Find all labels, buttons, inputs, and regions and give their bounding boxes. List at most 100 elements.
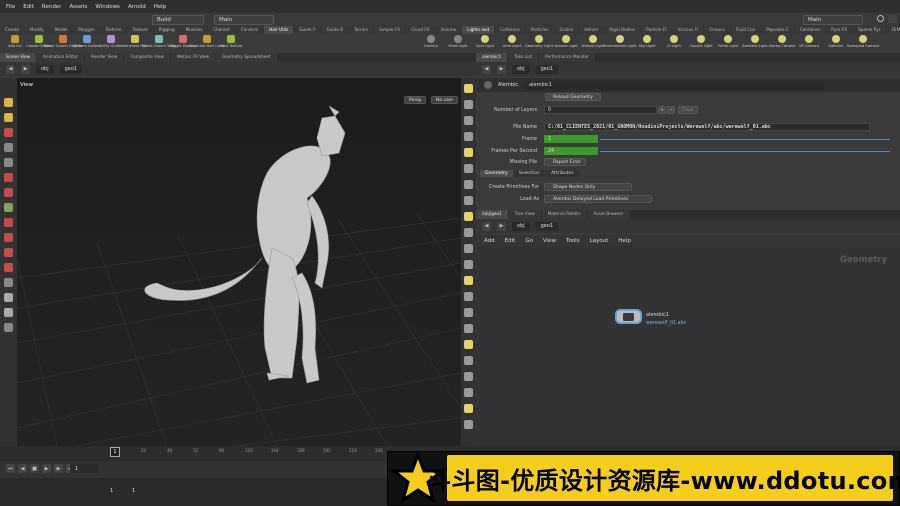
shelf-tool-utility-guides[interactable]: Utility Guides [98, 35, 124, 48]
clear-button[interactable]: Clear [678, 106, 698, 114]
tool-button-icon[interactable] [4, 308, 13, 317]
tab-obj-geo1[interactable]: /obj/geo1 [476, 210, 508, 219]
shelf-tool-vr-camera[interactable]: VR Camera [796, 35, 822, 48]
tab-attributes[interactable]: Attributes [546, 170, 579, 177]
path-context[interactable]: obj [36, 64, 54, 74]
display-option-icon[interactable] [464, 164, 473, 173]
shelf-tool-geometry-light[interactable]: Geometry Light [525, 35, 553, 48]
network-menu-view[interactable]: View [543, 238, 556, 244]
back-arrow-icon[interactable]: ◀ [482, 221, 491, 231]
path-context[interactable]: obj [512, 64, 530, 74]
shelf-tool-deform-guides[interactable]: Deform Guides [74, 35, 100, 48]
tool-button-icon[interactable] [4, 248, 13, 257]
tab-animation-editor[interactable]: Animation Editor [37, 53, 85, 62]
shelf-tab-populate-c[interactable]: Populate C [761, 26, 794, 34]
tab-asset-browser[interactable]: Asset Browser [587, 210, 630, 219]
tab-scene-view[interactable]: Scene View [0, 53, 37, 62]
menu-render[interactable]: Render [42, 4, 62, 10]
frame-marker[interactable]: 1 [110, 447, 120, 457]
shelf-tab-pyro-fx[interactable]: Pyro FX [826, 26, 853, 34]
shelf-tab-modify[interactable]: Modify [24, 26, 49, 34]
shelf-tab-create[interactable]: Create [0, 26, 24, 34]
right-shelf-set-dropdown[interactable]: Main [803, 15, 863, 25]
help-icon[interactable] [877, 15, 884, 22]
network-menu-layout[interactable]: Layout [590, 238, 609, 244]
frame-field[interactable]: 1 [544, 135, 598, 143]
network-menu-edit[interactable]: Edit [505, 238, 516, 244]
menu-edit[interactable]: Edit [23, 4, 34, 10]
shelf-tab-deform[interactable]: Deform [100, 26, 127, 34]
gear-icon[interactable] [888, 15, 897, 23]
display-option-icon[interactable] [464, 84, 473, 93]
shelf-tab-terrain[interactable]: Terrain [348, 26, 374, 34]
display-option-icon[interactable] [464, 212, 473, 221]
shelf-tab-volume[interactable]: Volume [435, 26, 462, 34]
tab-geometry[interactable]: Geometry [480, 170, 513, 177]
display-option-icon[interactable] [464, 324, 473, 333]
shelf-tool-gi-light[interactable]: GI Light [661, 35, 687, 48]
network-menu-help[interactable]: Help [618, 238, 631, 244]
shelf-tab-rigging[interactable]: Rigging [153, 26, 180, 34]
shelf-tab-particles[interactable]: Particles [525, 26, 554, 34]
tool-button-icon[interactable] [4, 278, 13, 287]
forward-arrow-icon[interactable]: ▶ [497, 64, 506, 74]
shelf-tool-environment-light[interactable]: Environment Light [603, 35, 637, 48]
forward-arrow-icon[interactable]: ▶ [21, 64, 30, 74]
shelf-tab-cloud-fx[interactable]: Cloud FX [406, 26, 435, 34]
desktop-dropdown[interactable]: Build [152, 15, 204, 25]
path-node[interactable]: geo1 [59, 64, 83, 74]
shelf-tool-generate-hair-cards[interactable]: Generate Hair Cards [189, 35, 225, 48]
back-arrow-icon[interactable]: ◀ [482, 64, 491, 74]
shelf-tab-collisions[interactable]: Collisions [495, 26, 525, 34]
tool-button-icon[interactable] [4, 293, 13, 302]
shelf-tool-switcher[interactable]: Switcher [823, 35, 849, 48]
shelf-tool-add-fur[interactable]: Add Fur [2, 35, 28, 48]
shelf-tab-polygon[interactable]: Polygon [73, 26, 100, 34]
tool-button-icon[interactable] [4, 128, 13, 137]
shelf-tab-guide-p[interactable]: Guide P [294, 26, 321, 34]
shelf-tab-charact[interactable]: Charact [208, 26, 235, 34]
network-editor[interactable] [476, 246, 900, 446]
display-option-icon[interactable] [464, 196, 473, 205]
display-option-icon[interactable] [464, 228, 473, 237]
step-forward-icon[interactable]: ▶ [54, 464, 63, 473]
shelf-tab-simple-fx[interactable]: Simple FX [374, 26, 406, 34]
shelf-tool-guide-groom-tools[interactable]: Guide Groom Tools [142, 35, 176, 48]
range-start[interactable]: 1 [110, 488, 113, 494]
tab-tree-view[interactable]: Tree View [508, 210, 541, 219]
tab-motion-fx-view[interactable]: Motion FX View [170, 53, 216, 62]
display-option-icon[interactable] [464, 388, 473, 397]
shelf-tool-volume-light[interactable]: Volume Light [553, 35, 579, 48]
stop-icon[interactable]: ■ [30, 464, 39, 473]
tab-performance-monitor[interactable]: Performance Monitor [539, 53, 595, 62]
tool-button-icon[interactable] [4, 203, 13, 212]
missing-file-dropdown[interactable]: Report Error [544, 158, 586, 166]
tool-button-icon[interactable] [4, 188, 13, 197]
menu-file[interactable]: File [6, 4, 15, 10]
display-option-icon[interactable] [464, 260, 473, 269]
shelf-tab-fluid-con[interactable]: Fluid Con [730, 26, 761, 34]
tool-button-icon[interactable] [4, 263, 13, 272]
add-layer-button[interactable]: + [658, 106, 666, 114]
file-name-field[interactable]: C:/01_CLIENTES_2021/01_GNOMON/HoudiniPro… [544, 123, 870, 131]
tool-button-icon[interactable] [4, 218, 13, 227]
display-option-icon[interactable] [464, 340, 473, 349]
shelf-tool-caustic-light[interactable]: Caustic Light [688, 35, 714, 48]
num-layers-field[interactable]: 0 [544, 106, 657, 114]
shelf-tab-oceans[interactable]: Oceans [704, 26, 730, 34]
menu-windows[interactable]: Windows [95, 4, 120, 10]
shelf-tool-point-light[interactable]: Point Light [445, 35, 471, 48]
tool-button-icon[interactable] [4, 233, 13, 242]
shelf-tab-constrai[interactable]: Constrai [235, 26, 264, 34]
display-option-icon[interactable] [464, 244, 473, 253]
shelf-tool-stereo-camera[interactable]: Stereo Camera [769, 35, 795, 48]
forward-arrow-icon[interactable]: ▶ [497, 221, 506, 231]
reload-geometry-button[interactable]: Reload Geometry [545, 93, 601, 101]
display-option-icon[interactable] [464, 148, 473, 157]
tab-selection[interactable]: Selection [513, 170, 546, 177]
create-primitives-dropdown[interactable]: Shape Nodes Only [544, 183, 632, 191]
display-option-icon[interactable] [464, 180, 473, 189]
shelf-tab-texture[interactable]: Texture [127, 26, 153, 34]
tab-render-view[interactable]: Render View [85, 53, 124, 62]
shelf-tool-reuse-groom-objects[interactable]: Reuse Groom Objects [44, 35, 82, 48]
